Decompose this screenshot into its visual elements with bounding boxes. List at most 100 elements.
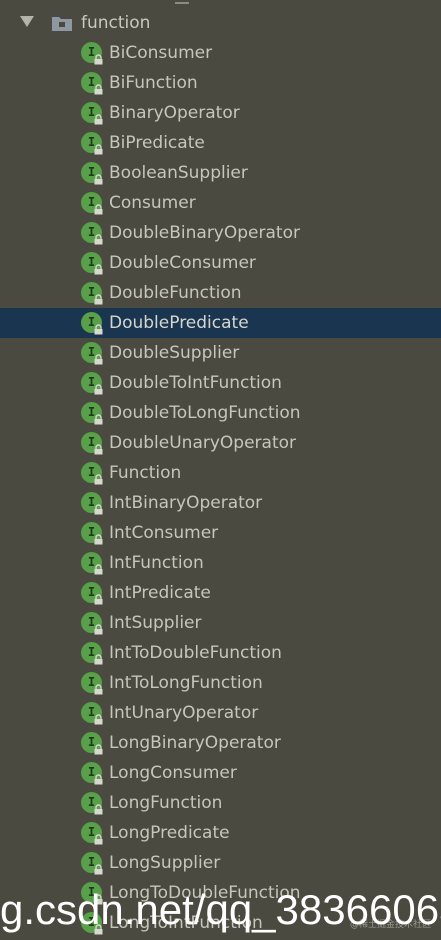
project-tree: function I BiConsumer I BiFunction I BinaryOp… [0,0,441,940]
tree-item[interactable]: I IntFunction [0,548,441,578]
tree-item-label: DoubleToIntFunction [109,373,282,393]
lock-icon [94,564,103,575]
interface-icon: I [81,162,103,185]
previous-node-stub [175,0,189,4]
interface-icon: I [81,582,103,605]
lock-icon [94,684,103,695]
lock-icon [94,384,103,395]
tree-item-label: IntPredicate [109,583,211,603]
tree-item-label: BooleanSupplier [109,163,248,183]
tree-item[interactable]: I LongToDoubleFunction [0,878,441,908]
tree-item[interactable]: I BinaryOperator [0,98,441,128]
tree-item-label: DoubleSupplier [109,343,240,363]
tree-item-label: LongToDoubleFunction [109,883,301,903]
tree-item[interactable]: I IntToLongFunction [0,668,441,698]
folder-label: function [81,13,151,33]
tree-item-label: LongBinaryOperator [109,733,281,753]
lock-icon [94,744,103,755]
tree-item-label: IntBinaryOperator [109,493,263,513]
lock-icon [94,474,103,485]
tree-item[interactable]: I DoubleUnaryOperator [0,428,441,458]
interface-icon: I [81,552,103,575]
tree-item-label: Consumer [109,193,196,213]
tree-item[interactable]: I IntUnaryOperator [0,698,441,728]
interface-icon: I [81,642,103,665]
tree-item[interactable]: I IntBinaryOperator [0,488,441,518]
lock-icon [94,834,103,845]
lock-icon [94,354,103,365]
tree-item-label: Function [109,463,182,483]
tree-item-label: LongPredicate [109,823,230,843]
tree-item[interactable]: I LongFunction [0,788,441,818]
tree-item-label: DoubleToLongFunction [109,403,301,423]
tree-item-label: IntFunction [109,553,204,573]
tree-item-label: LongConsumer [109,763,237,783]
interface-icon: I [81,132,103,155]
tree-item-label: DoubleUnaryOperator [109,433,297,453]
tree-item[interactable]: I BiConsumer [0,38,441,68]
tree-item-label: IntConsumer [109,523,219,543]
tree-item[interactable]: I LongBinaryOperator [0,728,441,758]
expand-arrow-icon[interactable] [20,16,34,27]
tree-item[interactable]: I IntConsumer [0,518,441,548]
tree-item[interactable]: I IntSupplier [0,608,441,638]
tree-item-label: IntToLongFunction [109,673,263,693]
tree-item[interactable]: I DoubleToIntFunction [0,368,441,398]
interface-icon: I [81,762,103,785]
tree-item[interactable]: I DoubleToLongFunction [0,398,441,428]
tree-item[interactable]: I BooleanSupplier [0,158,441,188]
interface-icon: I [81,732,103,755]
lock-icon [94,594,103,605]
tree-item-label: DoubleBinaryOperator [109,223,300,243]
tree-item[interactable]: I Consumer [0,188,441,218]
lock-icon [94,114,103,125]
tree-item[interactable]: I DoubleBinaryOperator [0,218,441,248]
interface-icon: I [81,42,103,65]
tree-item-label: LongToIntFunction [109,913,263,933]
interface-icon: I [81,852,103,875]
tree-item[interactable]: I DoubleSupplier [0,338,441,368]
tree-item-label: IntSupplier [109,613,202,633]
interface-icon: I [81,912,103,935]
interface-icon: I [81,702,103,725]
tree-item-label: IntToDoubleFunction [109,643,282,663]
tree-item[interactable]: I LongSupplier [0,848,441,878]
lock-icon [94,534,103,545]
tree-item[interactable]: I IntToDoubleFunction [0,638,441,668]
tree-item-label: BiConsumer [109,43,213,63]
lock-icon [94,324,103,335]
interface-icon: I [81,612,103,635]
interface-icon: I [81,342,103,365]
tree-item-label: BinaryOperator [109,103,240,123]
tree-item[interactable]: I IntPredicate [0,578,441,608]
interface-icon: I [81,492,103,515]
tree-item[interactable]: I DoubleFunction [0,278,441,308]
lock-icon [94,174,103,185]
lock-icon [94,804,103,815]
tree-item[interactable]: I DoublePredicate [0,308,441,338]
tree-item[interactable]: I LongPredicate [0,818,441,848]
tree-item[interactable]: I BiPredicate [0,128,441,158]
interface-icon: I [81,102,103,125]
lock-icon [94,294,103,305]
lock-icon [94,414,103,425]
lock-icon [94,624,103,635]
tree-item[interactable]: I BiFunction [0,68,441,98]
tree-item-label: DoublePredicate [109,313,249,333]
tree-item-label: DoubleConsumer [109,253,256,273]
package-folder-icon [52,17,72,31]
interface-icon: I [81,432,103,455]
interface-icon: I [81,312,103,335]
lock-icon [94,774,103,785]
interface-icon: I [81,882,103,905]
watermark-small: @稀土掘金技术社区 [350,920,432,930]
lock-icon [94,864,103,875]
interface-icon: I [81,402,103,425]
tree-item[interactable]: I DoubleConsumer [0,248,441,278]
lock-icon [94,924,103,935]
interface-icon: I [81,282,103,305]
tree-item[interactable]: I Function [0,458,441,488]
interface-icon: I [81,792,103,815]
tree-folder-function[interactable]: function [0,8,441,38]
tree-item[interactable]: I LongConsumer [0,758,441,788]
